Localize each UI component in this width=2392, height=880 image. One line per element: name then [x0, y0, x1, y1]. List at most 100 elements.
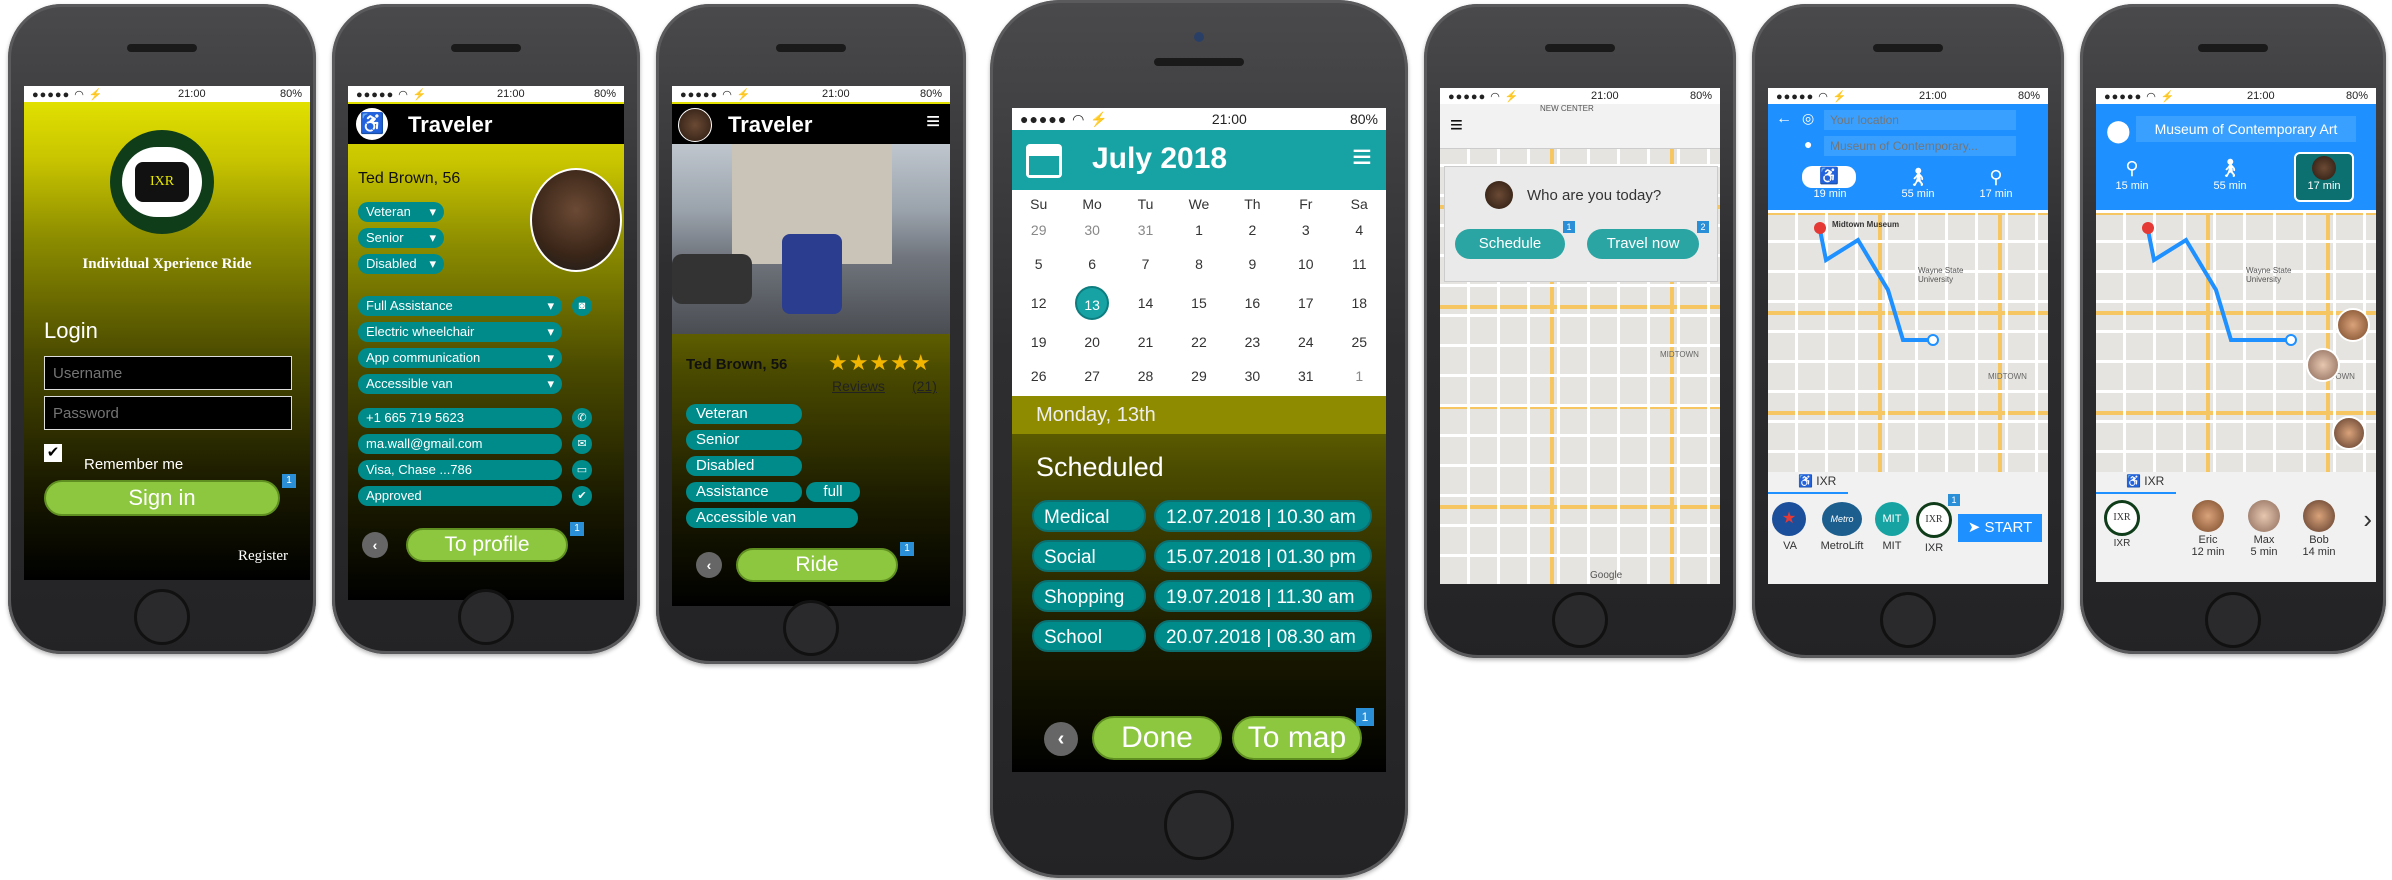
day-cell[interactable]: 17: [1281, 295, 1331, 311]
menu-icon[interactable]: ≡: [1450, 112, 1463, 138]
day-cell[interactable]: 30: [1227, 368, 1277, 384]
day-cell[interactable]: 9: [1227, 256, 1277, 272]
home-button[interactable]: [1164, 790, 1234, 860]
driver-map-avatar[interactable]: [2336, 308, 2370, 342]
mode-cane[interactable]: ⚲ 17 min: [1968, 166, 2024, 206]
map-label-midtown: MIDTOWN: [1988, 372, 2027, 381]
mode-option[interactable]: 🚶︎ 55 min: [2202, 156, 2258, 192]
provider-ixr[interactable]: IXR IXR: [1914, 502, 1954, 554]
home-button[interactable]: [2205, 592, 2261, 648]
to-profile-button[interactable]: To profile: [406, 528, 568, 562]
day-cell[interactable]: 3: [1281, 222, 1331, 238]
chevron-right-icon[interactable]: ›: [2363, 504, 2372, 535]
home-button[interactable]: [458, 589, 514, 645]
day-cell[interactable]: 16: [1227, 295, 1277, 311]
day-cell[interactable]: 8: [1174, 256, 1224, 272]
option-communication[interactable]: App communication ▾: [358, 348, 562, 368]
day-cell[interactable]: 19: [1014, 334, 1064, 350]
tag-senior[interactable]: Senior ▾: [358, 228, 444, 248]
day-cell[interactable]: 10: [1281, 256, 1331, 272]
day-cell[interactable]: 30: [1067, 222, 1117, 238]
mode-option-selected[interactable]: 17 min: [2294, 152, 2354, 202]
remember-checkbox[interactable]: ✔: [44, 444, 62, 462]
map[interactable]: Wayne State University MIDTOWN: [2096, 210, 2376, 472]
driver-map-avatar[interactable]: [2332, 416, 2366, 450]
day-cell[interactable]: 26: [1014, 368, 1064, 384]
day-cell[interactable]: 24: [1281, 334, 1331, 350]
driver-max[interactable]: Max 5 min: [2242, 500, 2286, 558]
day-cell[interactable]: 2: [1227, 222, 1277, 238]
tag-disabled[interactable]: Disabled ▾: [358, 254, 444, 274]
home-button[interactable]: [134, 589, 190, 645]
destination-input[interactable]: [1824, 136, 2016, 156]
provider-metrolift[interactable]: Metro MetroLift: [1816, 502, 1868, 552]
back-button[interactable]: ‹: [1044, 722, 1078, 756]
provider-mit[interactable]: MIT MIT: [1872, 502, 1912, 552]
home-button[interactable]: [783, 600, 839, 656]
day-cell[interactable]: 6: [1067, 256, 1117, 272]
phone-field[interactable]: +1 665 719 5623: [358, 408, 562, 428]
back-button[interactable]: ‹: [696, 552, 722, 578]
username-input[interactable]: [44, 356, 292, 390]
home-button[interactable]: [1552, 592, 1608, 648]
mode-option[interactable]: ⚲ 15 min: [2104, 156, 2160, 192]
option-wheelchair[interactable]: Electric wheelchair ▾: [358, 322, 562, 342]
day-cell[interactable]: 12: [1014, 295, 1064, 311]
reviews-link[interactable]: Reviews: [832, 378, 885, 394]
email-field[interactable]: ma.wall@gmail.com: [358, 434, 562, 454]
signin-button[interactable]: Sign in: [44, 480, 280, 516]
schedule-button[interactable]: Schedule: [1455, 229, 1565, 259]
day-cell[interactable]: 25: [1334, 334, 1384, 350]
travel-now-button[interactable]: Travel now: [1587, 229, 1699, 259]
map[interactable]: Midtown Museum Wayne State University MI…: [1768, 210, 2048, 472]
menu-icon[interactable]: ≡: [1352, 138, 1372, 177]
day-cell[interactable]: 1: [1174, 222, 1224, 238]
day-cell[interactable]: 7: [1121, 256, 1171, 272]
day-cell[interactable]: 27: [1067, 368, 1117, 384]
driver-map-avatar[interactable]: [2306, 348, 2340, 382]
provider-va[interactable]: ★ VA: [1772, 502, 1808, 552]
mode-wheelchair[interactable]: ♿ 19 min: [1802, 166, 1858, 206]
option-vehicle[interactable]: Accessible van ▾: [358, 374, 562, 394]
day-cell[interactable]: 29: [1174, 368, 1224, 384]
driver-eric[interactable]: Eric 12 min: [2184, 500, 2232, 558]
day-cell[interactable]: 4: [1334, 222, 1384, 238]
day-cell[interactable]: 31: [1281, 368, 1331, 384]
password-input[interactable]: [44, 396, 292, 430]
day-cell[interactable]: 29: [1014, 222, 1064, 238]
day-cell[interactable]: 21: [1121, 334, 1171, 350]
driver-bob[interactable]: Bob 14 min: [2294, 500, 2344, 558]
day-cell[interactable]: 11: [1334, 256, 1384, 272]
driver-ixr[interactable]: IXR IXR: [2102, 500, 2142, 549]
day-cell[interactable]: 5: [1014, 256, 1064, 272]
to-map-button[interactable]: To map: [1232, 716, 1362, 760]
day-cell[interactable]: 18: [1334, 295, 1384, 311]
provider-tab[interactable]: ♿ IXR: [1768, 474, 1848, 494]
option-assistance[interactable]: Full Assistance ▾: [358, 296, 562, 316]
day-cell[interactable]: 1: [1334, 368, 1384, 384]
back-button[interactable]: ‹: [362, 532, 388, 558]
register-link[interactable]: Register: [238, 548, 288, 565]
mode-walk[interactable]: 🚶︎ 55 min: [1890, 166, 1946, 206]
camera-icon[interactable]: ◙: [572, 296, 592, 316]
tag-veteran[interactable]: Veteran ▾: [358, 202, 444, 222]
day-cell[interactable]: 28: [1121, 368, 1171, 384]
day-cell[interactable]: 14: [1121, 295, 1171, 311]
day-cell[interactable]: 15: [1174, 295, 1224, 311]
day-cell[interactable]: 23: [1227, 334, 1277, 350]
ride-button[interactable]: Ride: [736, 548, 898, 582]
destination-field[interactable]: Museum of Contemporary Art: [2136, 116, 2356, 142]
origin-input[interactable]: [1824, 110, 2016, 130]
day-cell[interactable]: 20: [1067, 334, 1117, 350]
day-cell[interactable]: 22: [1174, 334, 1224, 350]
day-cell-selected[interactable]: 13: [1067, 286, 1117, 320]
back-arrow-icon[interactable]: ←: [1776, 110, 1792, 128]
done-button[interactable]: Done: [1092, 716, 1222, 760]
start-button[interactable]: ➤ START: [1958, 514, 2042, 542]
menu-icon[interactable]: ≡: [926, 108, 940, 136]
day-cell[interactable]: 31: [1121, 222, 1171, 238]
home-button[interactable]: [1880, 592, 1936, 648]
reviews-count[interactable]: (21): [912, 378, 937, 394]
provider-tab[interactable]: ♿ IXR: [2096, 474, 2176, 494]
payment-field[interactable]: Visa, Chase ...786: [358, 460, 562, 480]
